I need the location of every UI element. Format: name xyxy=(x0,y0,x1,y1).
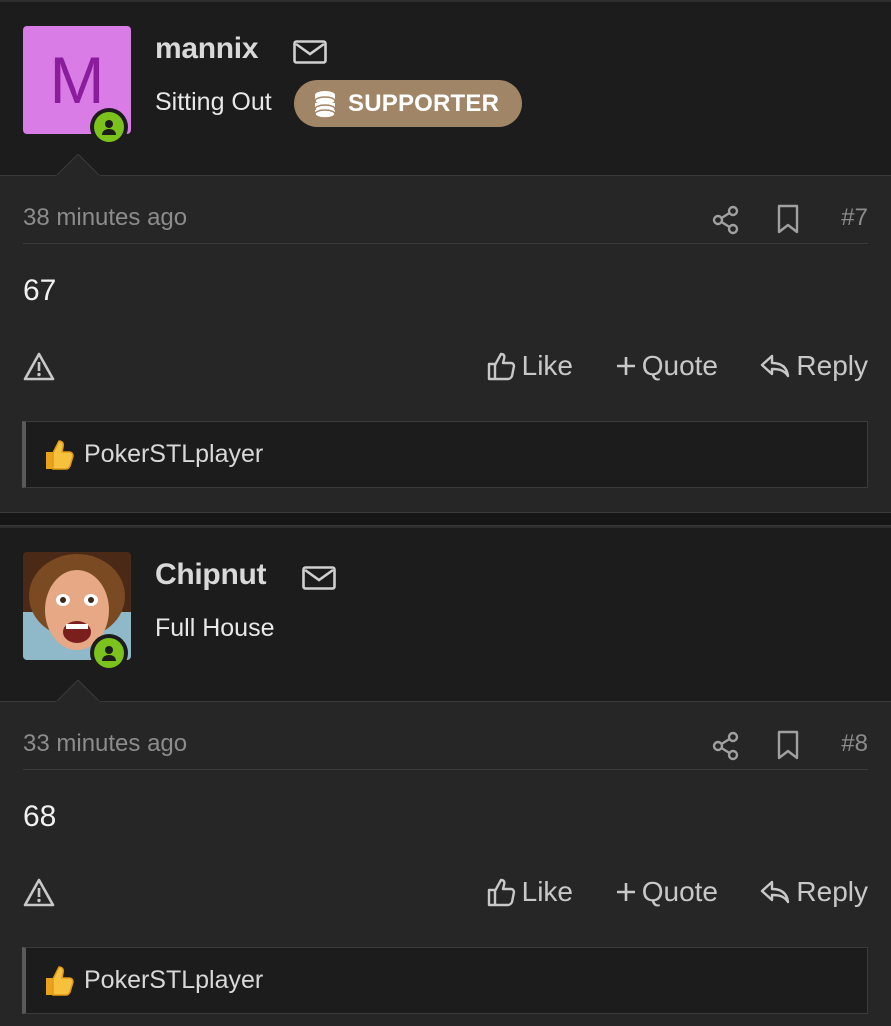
reactions-bar[interactable]: PokerSTLplayer xyxy=(22,421,868,488)
reaction-user[interactable]: PokerSTLplayer xyxy=(84,440,263,469)
user-header: Chipnut Full House xyxy=(0,528,891,702)
like-label: Like xyxy=(521,350,573,381)
plus-icon xyxy=(616,357,635,375)
timestamp[interactable]: 38 minutes ago xyxy=(23,204,187,232)
post-separator xyxy=(0,512,891,526)
timestamp[interactable]: 33 minutes ago xyxy=(23,730,187,758)
like-button[interactable]: Like xyxy=(486,350,573,382)
post-number[interactable]: #7 xyxy=(841,204,868,232)
report-icon[interactable] xyxy=(23,352,55,382)
quote-button[interactable]: Quote xyxy=(616,350,718,382)
post-content: 68 xyxy=(23,800,57,833)
post-meta: 33 minutes ago #8 xyxy=(23,702,868,770)
badge-label: SUPPORTER xyxy=(348,89,500,117)
post-body: 38 minutes ago #7 67 Like Quote Reply Po… xyxy=(0,176,891,512)
reply-arrow-icon xyxy=(761,880,790,904)
bookmark-icon[interactable] xyxy=(776,730,800,760)
quote-button[interactable]: Quote xyxy=(616,876,718,908)
user-header: M mannix Sitting Out SUPPORTER xyxy=(0,2,891,176)
quote-label: Quote xyxy=(641,876,718,907)
user-title: Full House xyxy=(155,614,275,642)
reaction-user[interactable]: PokerSTLplayer xyxy=(84,966,263,995)
plus-icon xyxy=(616,883,635,901)
post-meta: 38 minutes ago #7 xyxy=(23,176,868,244)
username[interactable]: mannix xyxy=(155,32,259,66)
like-button[interactable]: Like xyxy=(486,876,573,908)
bookmark-icon[interactable] xyxy=(776,204,800,234)
quote-label: Quote xyxy=(641,350,718,381)
user-title: Sitting Out xyxy=(155,88,272,116)
username[interactable]: Chipnut xyxy=(155,558,267,592)
mail-icon[interactable] xyxy=(302,566,336,590)
mail-icon[interactable] xyxy=(293,40,327,64)
thumbs-up-icon xyxy=(487,352,515,381)
post-actions: Like Quote Reply xyxy=(23,872,868,916)
report-icon[interactable] xyxy=(23,878,55,908)
pointer-arrow xyxy=(56,680,100,702)
reply-button[interactable]: Reply xyxy=(760,876,868,908)
pointer-arrow xyxy=(56,154,100,176)
online-status-icon xyxy=(90,634,128,672)
reply-button[interactable]: Reply xyxy=(760,350,868,382)
like-label: Like xyxy=(521,876,573,907)
post-8: Chipnut Full House 33 minutes ago #8 68 … xyxy=(0,526,891,1026)
share-icon[interactable] xyxy=(712,731,740,761)
post-number[interactable]: #8 xyxy=(841,730,868,758)
post-body: 33 minutes ago #8 68 Like Quote Reply Po… xyxy=(0,702,891,1026)
thumbs-up-icon xyxy=(487,878,515,907)
online-status-icon xyxy=(90,108,128,146)
post-content: 67 xyxy=(23,274,57,307)
coins-icon xyxy=(314,90,336,119)
thumbs-up-emoji-icon xyxy=(46,965,74,996)
reactions-bar[interactable]: PokerSTLplayer xyxy=(22,947,868,1014)
reply-label: Reply xyxy=(796,350,868,381)
reply-label: Reply xyxy=(796,876,868,907)
supporter-badge: SUPPORTER xyxy=(294,80,522,127)
thumbs-up-emoji-icon xyxy=(46,439,74,470)
post-actions: Like Quote Reply xyxy=(23,346,868,390)
share-icon[interactable] xyxy=(712,205,740,235)
reply-arrow-icon xyxy=(761,354,790,378)
post-7: M mannix Sitting Out SUPPORTER 38 minute… xyxy=(0,0,891,512)
